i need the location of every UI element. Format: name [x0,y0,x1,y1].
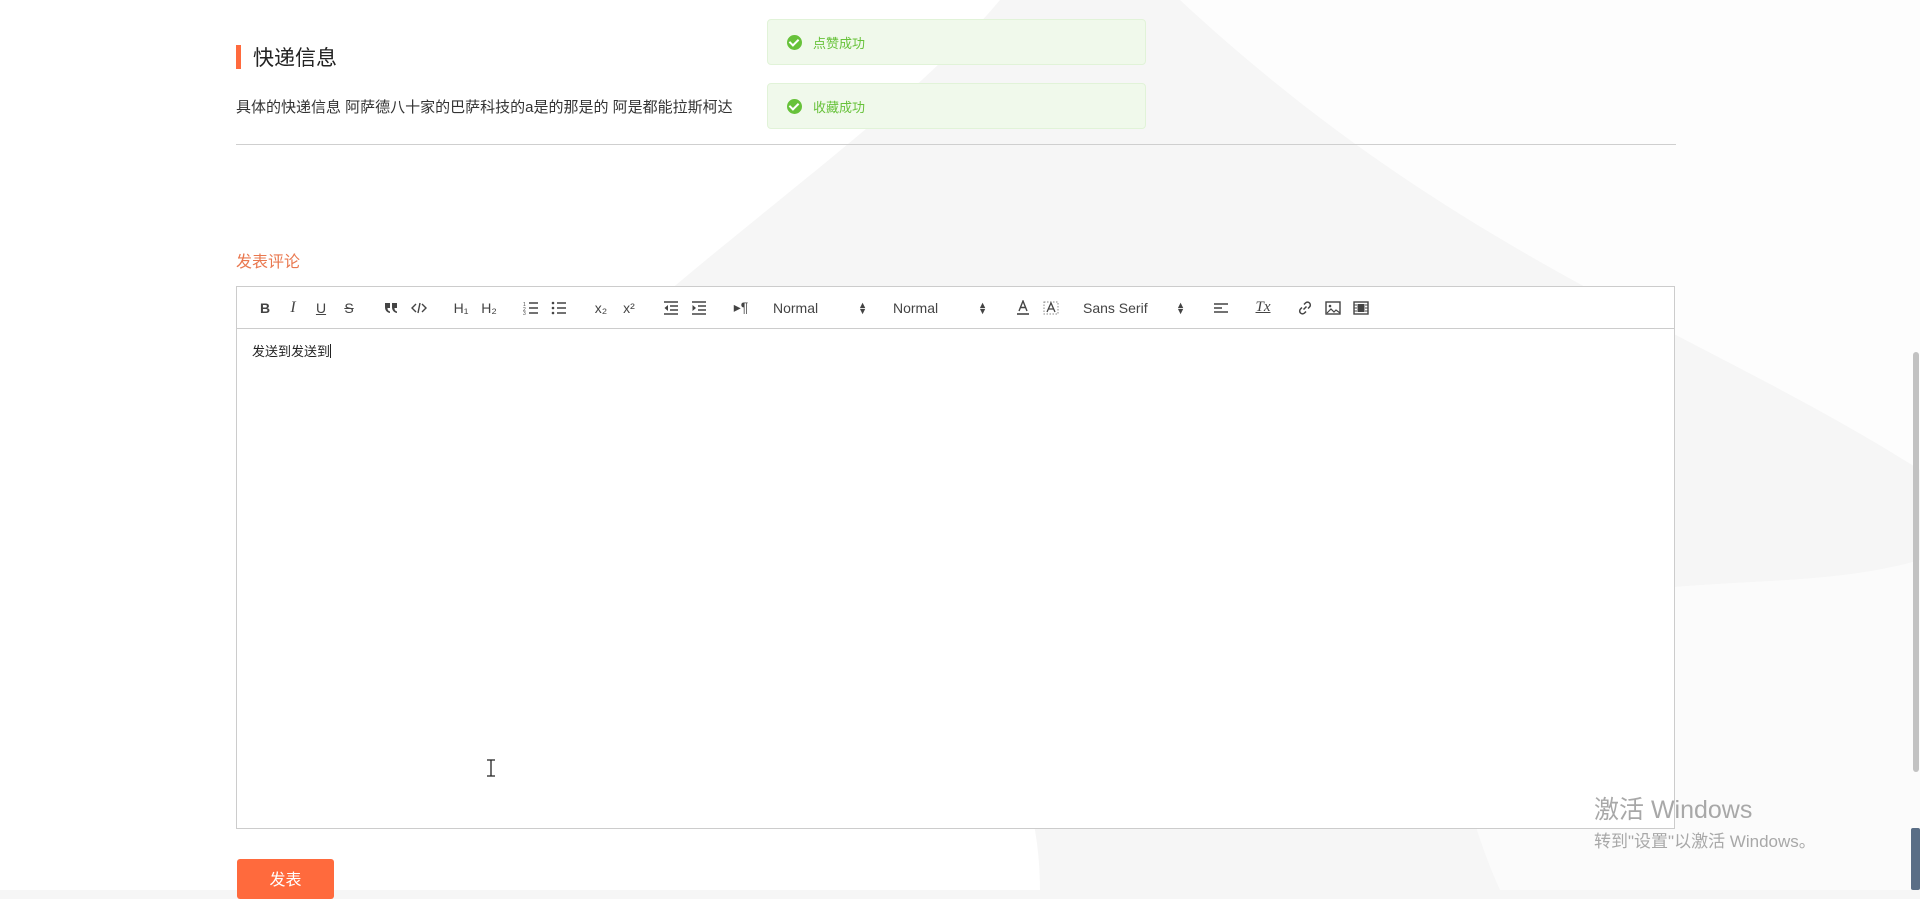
link-icon [1298,300,1312,315]
select-arrows-icon: ▲ ▼ [978,299,987,316]
windows-activation-watermark: 激活 Windows 转到"设置"以激活 Windows。 [1594,795,1816,852]
header-picker-label: Normal [893,299,939,316]
toast-favorite-success: 收藏成功 [767,83,1146,129]
bullet-list-button[interactable] [545,296,573,320]
section-title: 快递信息 [236,44,337,70]
ordered-list-button[interactable]: 123 [517,296,545,320]
header-picker[interactable]: Normal ▲ ▼ [885,296,995,320]
toast-message: 点赞成功 [813,35,866,51]
editor-content[interactable]: 发送到发送到 [237,329,1674,372]
superscript-button[interactable]: x² [615,296,643,320]
h2-button[interactable]: H₂ [475,296,503,320]
quote-icon [385,302,397,313]
font-picker[interactable]: Sans Serif ▲ ▼ [1075,296,1193,320]
rich-text-editor: B I U S H₁ H₂ 123 x₂ x² ▸¶ Normal ▲ ▼ No… [236,286,1675,829]
toast-message: 收藏成功 [813,99,866,115]
check-circle-icon [787,34,802,50]
watermark-title: 激活 Windows [1594,796,1753,824]
editor-text: 发送到发送到 [252,344,331,359]
clean-format-button[interactable]: Tx [1249,296,1277,320]
divider [236,144,1676,145]
text-direction-button[interactable]: ▸¶ [727,296,755,320]
check-circle-icon [787,98,802,114]
text-caret [330,344,332,358]
text-color-button[interactable] [1009,296,1037,320]
size-picker[interactable]: Normal ▲ ▼ [765,296,875,320]
scrollbar-thumb-bottom[interactable] [1911,828,1920,890]
blockquote-button[interactable] [377,296,405,320]
image-button[interactable] [1319,296,1347,320]
align-button[interactable] [1207,296,1235,320]
code-block-button[interactable] [405,296,433,320]
font-color-icon [1017,299,1029,315]
bold-button[interactable]: B [251,296,279,320]
code-icon [411,302,427,313]
express-description: 具体的快递信息 阿萨德八十家的巴萨科技的a是的那是的 阿是都能拉斯柯达 [236,99,733,116]
strike-button[interactable]: S [335,296,363,320]
background-color-icon [1043,300,1059,314]
outdent-button[interactable] [657,296,685,320]
background-color-button[interactable] [1037,296,1065,320]
subscript-button[interactable]: x₂ [587,296,615,320]
italic-button[interactable]: I [279,296,307,320]
size-picker-label: Normal [773,299,819,316]
select-arrows-icon: ▲ ▼ [1176,299,1185,316]
publish-button[interactable]: 发表 [237,859,334,899]
comment-label: 发表评论 [236,254,301,271]
align-left-icon [1214,302,1228,313]
page-title: 快递信息 [253,47,337,70]
link-button[interactable] [1291,296,1319,320]
indent-icon [692,300,706,315]
scrollbar-thumb[interactable] [1913,352,1919,772]
image-icon [1325,300,1341,315]
h1-button[interactable]: H₁ [447,296,475,320]
watermark-subtitle: 转到"设置"以激活 Windows。 [1594,832,1816,851]
video-icon [1353,300,1369,315]
indent-button[interactable] [685,296,713,320]
select-arrows-icon: ▲ ▼ [858,299,867,316]
ordered-list-icon: 123 [523,302,538,315]
outdent-icon [664,300,678,315]
underline-button[interactable]: U [307,296,335,320]
title-accent-bar [236,45,241,69]
editor-toolbar: B I U S H₁ H₂ 123 x₂ x² ▸¶ Normal ▲ ▼ No… [237,287,1674,329]
bullet-list-icon [551,301,566,314]
clear-format-icon: Tx [1255,299,1271,315]
video-button[interactable] [1347,296,1375,320]
text-cursor-icon [487,759,495,777]
toast-like-success: 点赞成功 [767,19,1146,65]
svg-text:3: 3 [523,311,526,315]
font-picker-label: Sans Serif [1083,299,1148,316]
